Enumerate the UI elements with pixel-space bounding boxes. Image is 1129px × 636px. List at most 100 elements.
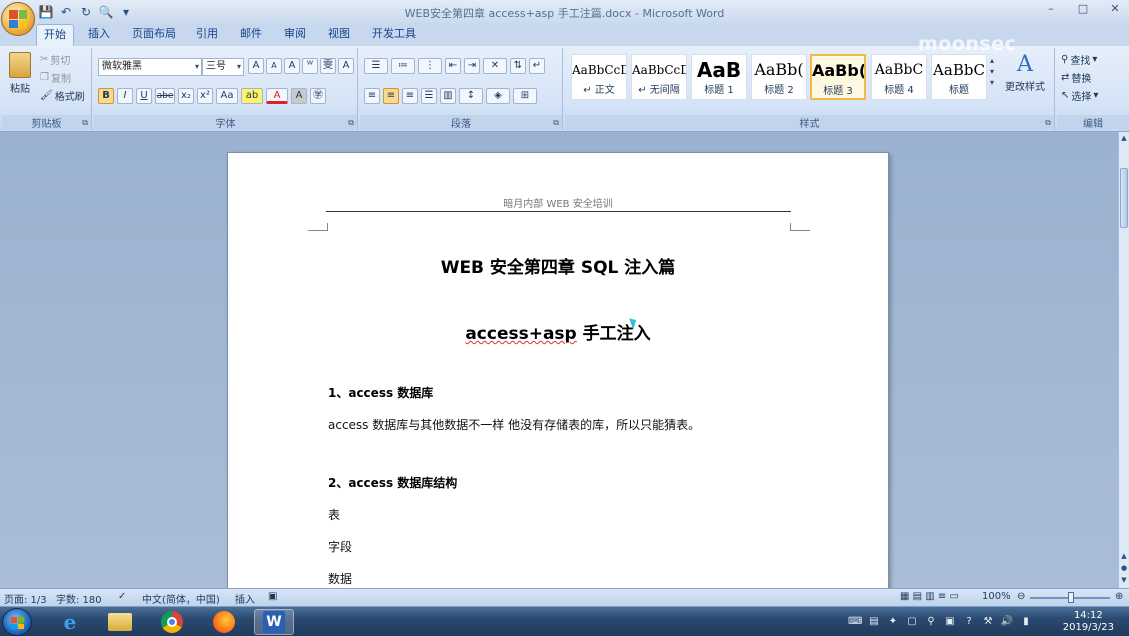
close-button[interactable]: ✕ xyxy=(1105,2,1125,18)
system-clock[interactable]: 14:12 2019/3/23 xyxy=(1063,610,1114,634)
superscript-button[interactable]: x² xyxy=(197,88,213,104)
style-heading-1[interactable]: AaB 标题 1 xyxy=(691,54,747,100)
proofing-icon[interactable]: ✓ xyxy=(118,591,126,602)
align-right-icon[interactable]: ≡ xyxy=(402,88,418,104)
insert-mode[interactable]: 插入 xyxy=(235,591,255,606)
multilevel-list-icon[interactable]: ⋮ xyxy=(418,58,442,74)
font-color-button[interactable]: A xyxy=(266,88,288,104)
cut-button[interactable]: ✂ 剪切 xyxy=(40,52,70,67)
asian-layout-icon[interactable]: ✕ xyxy=(483,58,507,74)
border-a-button[interactable]: A xyxy=(338,58,354,74)
word-icon[interactable]: W xyxy=(254,609,294,635)
security-icon[interactable]: ✦ xyxy=(886,615,900,629)
increase-indent-icon[interactable]: ⇥ xyxy=(464,58,480,74)
maximize-button[interactable]: □ xyxy=(1073,2,1093,18)
tab-developer[interactable]: 开发工具 xyxy=(366,24,422,46)
tab-view[interactable]: 视图 xyxy=(322,24,356,46)
internet-explorer-icon[interactable]: e xyxy=(50,609,90,635)
subscript-button[interactable]: x₂ xyxy=(178,88,194,104)
zoom-slider-knob[interactable] xyxy=(1068,592,1074,603)
start-button[interactable] xyxy=(2,608,32,636)
grow-font-button[interactable]: A xyxy=(248,58,264,74)
zoom-level[interactable]: 100% xyxy=(982,591,1011,602)
shading-icon[interactable]: ◈ xyxy=(486,88,510,104)
line-spacing-icon[interactable]: ↕ xyxy=(459,88,483,104)
select-button[interactable]: ↖ 选择 ▾ xyxy=(1061,88,1098,103)
tab-home[interactable]: 开始 xyxy=(36,24,74,46)
scroll-thumb[interactable] xyxy=(1120,168,1128,228)
find-button[interactable]: ⚲ 查找 ▾ xyxy=(1061,52,1097,67)
font-family-select[interactable]: 微软雅黑 ▾ xyxy=(98,58,202,76)
firefox-icon[interactable] xyxy=(204,609,244,635)
chrome-icon[interactable] xyxy=(152,609,192,635)
chevron-up-icon[interactable]: ▴ xyxy=(990,56,994,65)
zoom-out-icon[interactable]: ⊖ xyxy=(1017,591,1025,602)
italic-button[interactable]: I xyxy=(117,88,133,104)
numbering-icon[interactable]: ≔ xyxy=(391,58,415,74)
styles-launcher-icon[interactable]: ⧉ xyxy=(1045,118,1051,128)
camera-icon[interactable]: ▣ xyxy=(943,615,957,629)
style-heading-3[interactable]: AaBb( 标题 3 xyxy=(810,54,866,100)
character-shading-button[interactable]: A xyxy=(291,88,307,104)
underline-button[interactable]: U xyxy=(136,88,152,104)
style-normal[interactable]: AaBbCcD ↵ 正文 xyxy=(571,54,627,100)
document-page[interactable]: 暗月内部 WEB 安全培训 WEB 安全第四章 SQL 注入篇 access+a… xyxy=(227,152,889,588)
word-count[interactable]: 字数: 180 xyxy=(56,591,102,606)
shrink-font-button[interactable]: A xyxy=(266,58,282,74)
bold-button[interactable]: B xyxy=(98,88,114,104)
network-monitor-icon[interactable]: ▤ xyxy=(867,615,881,629)
distributed-icon[interactable]: ▥ xyxy=(440,88,456,104)
paste-button[interactable]: 粘贴 xyxy=(6,52,34,95)
macro-record-icon[interactable]: ▣ xyxy=(268,591,277,602)
enclose-characters-button[interactable]: ㊫ xyxy=(310,88,326,104)
expand-gallery-icon[interactable]: ▾ xyxy=(990,78,994,87)
font-launcher-icon[interactable]: ⧉ xyxy=(348,118,354,128)
style-title[interactable]: AaBbC 标题 xyxy=(931,54,987,100)
styles-scroll[interactable]: ▴ ▾ ▾ xyxy=(990,56,994,87)
language-indicator[interactable]: 中文(简体，中国) xyxy=(142,591,220,606)
next-page-icon[interactable]: ▼ xyxy=(1119,576,1129,584)
style-heading-4[interactable]: AaBbC 标题 4 xyxy=(871,54,927,100)
clear-format-button[interactable]: A xyxy=(284,58,300,74)
help-icon[interactable]: ? xyxy=(962,615,976,629)
view-buttons[interactable]: ▦ ▤ ▥ ≡ ▭ xyxy=(900,591,959,602)
tab-page-layout[interactable]: 页面布局 xyxy=(126,24,182,46)
change-case-button[interactable]: Aa xyxy=(216,88,238,104)
decrease-indent-icon[interactable]: ⇤ xyxy=(445,58,461,74)
page-count[interactable]: 页面: 1/3 xyxy=(4,591,47,606)
sort-icon[interactable]: ⇅ xyxy=(510,58,526,74)
format-painter-button[interactable]: 🖌 格式刷 xyxy=(40,88,85,103)
search-icon[interactable]: ⚲ xyxy=(924,615,938,629)
vertical-scrollbar[interactable]: ▲ ▲ ● ▼ xyxy=(1118,132,1129,588)
volume-icon[interactable]: 🔊 xyxy=(1000,615,1014,629)
bullets-icon[interactable]: ☰ xyxy=(364,58,388,74)
align-left-icon[interactable]: ≡ xyxy=(364,88,380,104)
justify-icon[interactable]: ☰ xyxy=(421,88,437,104)
tab-review[interactable]: 审阅 xyxy=(278,24,312,46)
keyboard-icon[interactable]: ⌨ xyxy=(848,615,862,629)
font-size-select[interactable]: 三号 ▾ xyxy=(202,58,244,76)
zoom-in-icon[interactable]: ⊕ xyxy=(1115,591,1123,602)
tools-icon[interactable]: ⚒ xyxy=(981,615,995,629)
style-heading-2[interactable]: AaBb( 标题 2 xyxy=(751,54,807,100)
window-icon[interactable]: ▢ xyxy=(905,615,919,629)
phonetic-guide-button[interactable]: ᵂ xyxy=(302,58,318,74)
align-center-icon[interactable]: ≡ xyxy=(383,88,399,104)
replace-button[interactable]: ⇄ 替换 xyxy=(1061,70,1091,85)
scroll-up-icon[interactable]: ▲ xyxy=(1119,134,1129,142)
style-no-spacing[interactable]: AaBbCcD ↵ 无间隔 xyxy=(631,54,687,100)
minimize-button[interactable]: – xyxy=(1041,2,1061,18)
signal-icon[interactable]: ▮ xyxy=(1019,615,1033,629)
highlight-button[interactable]: ab xyxy=(241,88,263,104)
paragraph-launcher-icon[interactable]: ⧉ xyxy=(553,118,559,128)
tab-references[interactable]: 引用 xyxy=(190,24,224,46)
change-styles-button[interactable]: A 更改样式 xyxy=(1005,52,1045,93)
tab-mailings[interactable]: 邮件 xyxy=(234,24,268,46)
strikethrough-button[interactable]: abe xyxy=(155,88,175,104)
tab-insert[interactable]: 插入 xyxy=(82,24,116,46)
clipboard-launcher-icon[interactable]: ⧉ xyxy=(82,118,88,128)
character-border-button[interactable]: 雯 xyxy=(320,58,336,74)
office-button[interactable] xyxy=(1,2,35,36)
show-marks-icon[interactable]: ↵ xyxy=(529,58,545,74)
prev-page-icon[interactable]: ▲ xyxy=(1119,552,1129,560)
